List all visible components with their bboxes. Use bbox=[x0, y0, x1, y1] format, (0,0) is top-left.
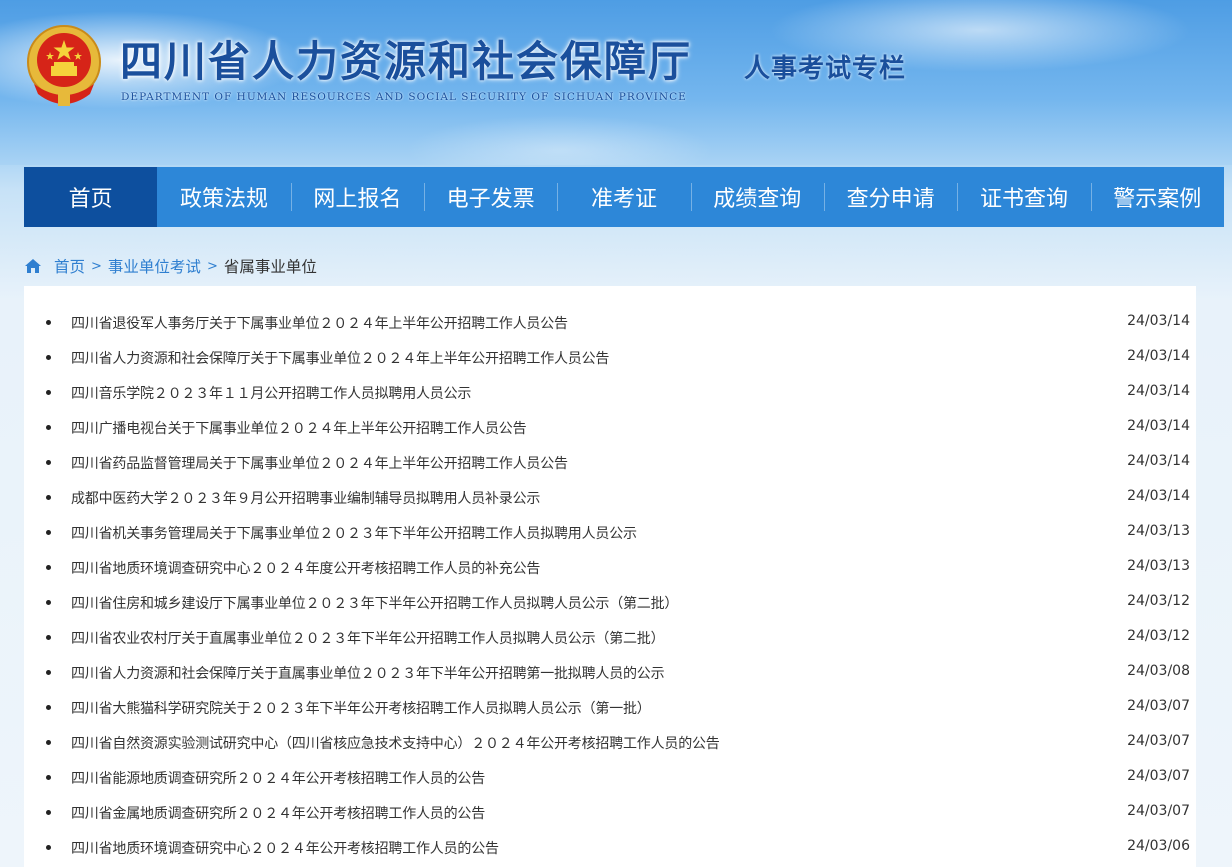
nav-item-warning-cases[interactable]: 警示案例 bbox=[1090, 167, 1224, 227]
bullet-icon bbox=[46, 530, 51, 535]
bullet-icon bbox=[46, 390, 51, 395]
national-emblem-icon[interactable] bbox=[24, 22, 104, 112]
nav-item-home[interactable]: 首页 bbox=[24, 167, 158, 227]
list-item-date: 24/03/07 bbox=[1127, 698, 1190, 714]
main-nav: 首页 政策法规 网上报名 电子发票 准考证 成绩查询 查分申请 证书查询 警示案… bbox=[24, 167, 1224, 227]
nav-item-online-registration[interactable]: 网上报名 bbox=[290, 167, 424, 227]
list-item-title[interactable]: 四川音乐学院２０２３年１１月公开招聘工作人员拟聘用人员公示 bbox=[71, 383, 471, 403]
list-item: 成都中医药大学２０２３年９月公开招聘事业编制辅导员拟聘用人员补录公示 24/03… bbox=[24, 480, 1196, 515]
bullet-icon bbox=[46, 775, 51, 780]
bullet-icon bbox=[46, 740, 51, 745]
nav-item-certificate-query[interactable]: 证书查询 bbox=[957, 167, 1090, 227]
list-item-date: 24/03/07 bbox=[1127, 803, 1190, 819]
main-content: 四川省退役军人事务厅关于下属事业单位２０２４年上半年公开招聘工作人员公告 24/… bbox=[24, 286, 1196, 867]
bullet-icon bbox=[46, 355, 51, 360]
nav-item-policies[interactable]: 政策法规 bbox=[157, 167, 290, 227]
bullet-icon bbox=[46, 810, 51, 815]
list-item-title[interactable]: 四川省药品监督管理局关于下属事业单位２０２４年上半年公开招聘工作人员公告 bbox=[71, 453, 568, 473]
news-list: 四川省退役军人事务厅关于下属事业单位２０２４年上半年公开招聘工作人员公告 24/… bbox=[24, 286, 1196, 865]
list-item-date: 24/03/14 bbox=[1127, 313, 1190, 329]
bullet-icon bbox=[46, 705, 51, 710]
bullet-icon bbox=[46, 495, 51, 500]
home-icon[interactable] bbox=[24, 258, 42, 274]
list-item-title[interactable]: 四川省农业农村厅关于直属事业单位２０２３年下半年公开招聘工作人员拟聘人员公示（第… bbox=[71, 628, 665, 648]
breadcrumb-separator: > bbox=[206, 258, 218, 274]
list-item: 四川省药品监督管理局关于下属事业单位２０２４年上半年公开招聘工作人员公告 24/… bbox=[24, 445, 1196, 480]
bullet-icon bbox=[46, 425, 51, 430]
site-title: 四川省人力资源和社会保障厅 bbox=[120, 37, 693, 86]
list-item-title[interactable]: 四川省自然资源实验测试研究中心（四川省核应急技术支持中心）２０２４年公开考核招聘… bbox=[71, 733, 720, 753]
list-item-title[interactable]: 四川省能源地质调查研究所２０２４年公开考核招聘工作人员的公告 bbox=[71, 768, 485, 788]
site-subtitle: DEPARTMENT OF HUMAN RESOURCES AND SOCIAL… bbox=[121, 91, 687, 103]
bullet-icon bbox=[46, 565, 51, 570]
list-item: 四川省退役军人事务厅关于下属事业单位２０２４年上半年公开招聘工作人员公告 24/… bbox=[24, 305, 1196, 340]
list-item-title[interactable]: 四川省地质环境调查研究中心２０２４年公开考核招聘工作人员的公告 bbox=[71, 838, 499, 858]
bullet-icon bbox=[46, 845, 51, 850]
breadcrumb-home-link[interactable]: 首页 bbox=[54, 255, 85, 277]
list-item: 四川省金属地质调查研究所２０２４年公开考核招聘工作人员的公告 24/03/07 bbox=[24, 795, 1196, 830]
list-item-title[interactable]: 四川省住房和城乡建设厅下属事业单位２０２３年下半年公开招聘工作人员拟聘人员公示（… bbox=[71, 593, 678, 613]
bullet-icon bbox=[46, 600, 51, 605]
list-item: 四川省机关事务管理局关于下属事业单位２０２３年下半年公开招聘工作人员拟聘用人员公… bbox=[24, 515, 1196, 550]
list-item-date: 24/03/14 bbox=[1127, 453, 1190, 469]
list-item-title[interactable]: 成都中医药大学２０２３年９月公开招聘事业编制辅导员拟聘用人员补录公示 bbox=[71, 488, 540, 508]
list-item-date: 24/03/14 bbox=[1127, 488, 1190, 504]
list-item: 四川省地质环境调查研究中心２０２４年公开考核招聘工作人员的公告 24/03/06 bbox=[24, 830, 1196, 865]
nav-item-e-invoice[interactable]: 电子发票 bbox=[423, 167, 557, 227]
list-item: 四川省人力资源和社会保障厅关于直属事业单位２０２３年下半年公开招聘第一批拟聘人员… bbox=[24, 655, 1196, 690]
bullet-icon bbox=[46, 635, 51, 640]
list-item: 四川省地质环境调查研究中心２０２４年度公开考核招聘工作人员的补充公告 24/03… bbox=[24, 550, 1196, 585]
list-item-date: 24/03/07 bbox=[1127, 768, 1190, 784]
nav-item-score-review[interactable]: 查分申请 bbox=[823, 167, 957, 227]
list-item-date: 24/03/13 bbox=[1127, 558, 1190, 574]
list-item: 四川省人力资源和社会保障厅关于下属事业单位２０２４年上半年公开招聘工作人员公告 … bbox=[24, 340, 1196, 375]
list-item-date: 24/03/13 bbox=[1127, 523, 1190, 539]
breadcrumb: 首页 > 事业单位考试 > 省属事业单位 bbox=[24, 254, 317, 278]
list-item-date: 24/03/08 bbox=[1127, 663, 1190, 679]
site-header: 四川省人力资源和社会保障厅 DEPARTMENT OF HUMAN RESOUR… bbox=[0, 0, 1232, 165]
exam-column-title: 人事考试专栏 bbox=[744, 54, 907, 84]
list-item-date: 24/03/12 bbox=[1127, 628, 1190, 644]
list-item-date: 24/03/07 bbox=[1127, 733, 1190, 749]
list-item: 四川省自然资源实验测试研究中心（四川省核应急技术支持中心）２０２４年公开考核招聘… bbox=[24, 725, 1196, 760]
bullet-icon bbox=[46, 320, 51, 325]
list-item-title[interactable]: 四川省大熊猫科学研究院关于２０２３年下半年公开考核招聘工作人员拟聘人员公示（第一… bbox=[71, 698, 651, 718]
list-item-title[interactable]: 四川省人力资源和社会保障厅关于下属事业单位２０２４年上半年公开招聘工作人员公告 bbox=[71, 348, 609, 368]
breadcrumb-level1-link[interactable]: 事业单位考试 bbox=[108, 255, 201, 277]
list-item: 四川音乐学院２０２３年１１月公开招聘工作人员拟聘用人员公示 24/03/14 bbox=[24, 375, 1196, 410]
list-item-title[interactable]: 四川省地质环境调查研究中心２０２４年度公开考核招聘工作人员的补充公告 bbox=[71, 558, 540, 578]
list-item-date: 24/03/14 bbox=[1127, 383, 1190, 399]
nav-item-admission-ticket[interactable]: 准考证 bbox=[557, 167, 690, 227]
list-item: 四川省大熊猫科学研究院关于２０２３年下半年公开考核招聘工作人员拟聘人员公示（第一… bbox=[24, 690, 1196, 725]
bullet-icon bbox=[46, 670, 51, 675]
list-item-title[interactable]: 四川省金属地质调查研究所２０２４年公开考核招聘工作人员的公告 bbox=[71, 803, 485, 823]
list-item-title[interactable]: 四川省人力资源和社会保障厅关于直属事业单位２０２３年下半年公开招聘第一批拟聘人员… bbox=[71, 663, 665, 683]
breadcrumb-separator: > bbox=[91, 258, 102, 274]
list-item-date: 24/03/14 bbox=[1127, 418, 1190, 434]
list-item: 四川省农业农村厅关于直属事业单位２０２３年下半年公开招聘工作人员拟聘人员公示（第… bbox=[24, 620, 1196, 655]
list-item-date: 24/03/06 bbox=[1127, 838, 1190, 854]
list-item: 四川省能源地质调查研究所２０２４年公开考核招聘工作人员的公告 24/03/07 bbox=[24, 760, 1196, 795]
list-item: 四川广播电视台关于下属事业单位２０２４年上半年公开招聘工作人员公告 24/03/… bbox=[24, 410, 1196, 445]
list-item: 四川省住房和城乡建设厅下属事业单位２０２３年下半年公开招聘工作人员拟聘人员公示（… bbox=[24, 585, 1196, 620]
list-item-title[interactable]: 四川广播电视台关于下属事业单位２０２４年上半年公开招聘工作人员公告 bbox=[71, 418, 527, 438]
list-item-date: 24/03/12 bbox=[1127, 593, 1190, 609]
list-item-date: 24/03/14 bbox=[1127, 348, 1190, 364]
breadcrumb-current: 省属事业单位 bbox=[223, 258, 317, 276]
list-item-title[interactable]: 四川省退役军人事务厅关于下属事业单位２０２４年上半年公开招聘工作人员公告 bbox=[71, 313, 568, 333]
bullet-icon bbox=[46, 460, 51, 465]
nav-item-score-query[interactable]: 成绩查询 bbox=[690, 167, 824, 227]
list-item-title[interactable]: 四川省机关事务管理局关于下属事业单位２０２３年下半年公开招聘工作人员拟聘用人员公… bbox=[71, 523, 637, 543]
